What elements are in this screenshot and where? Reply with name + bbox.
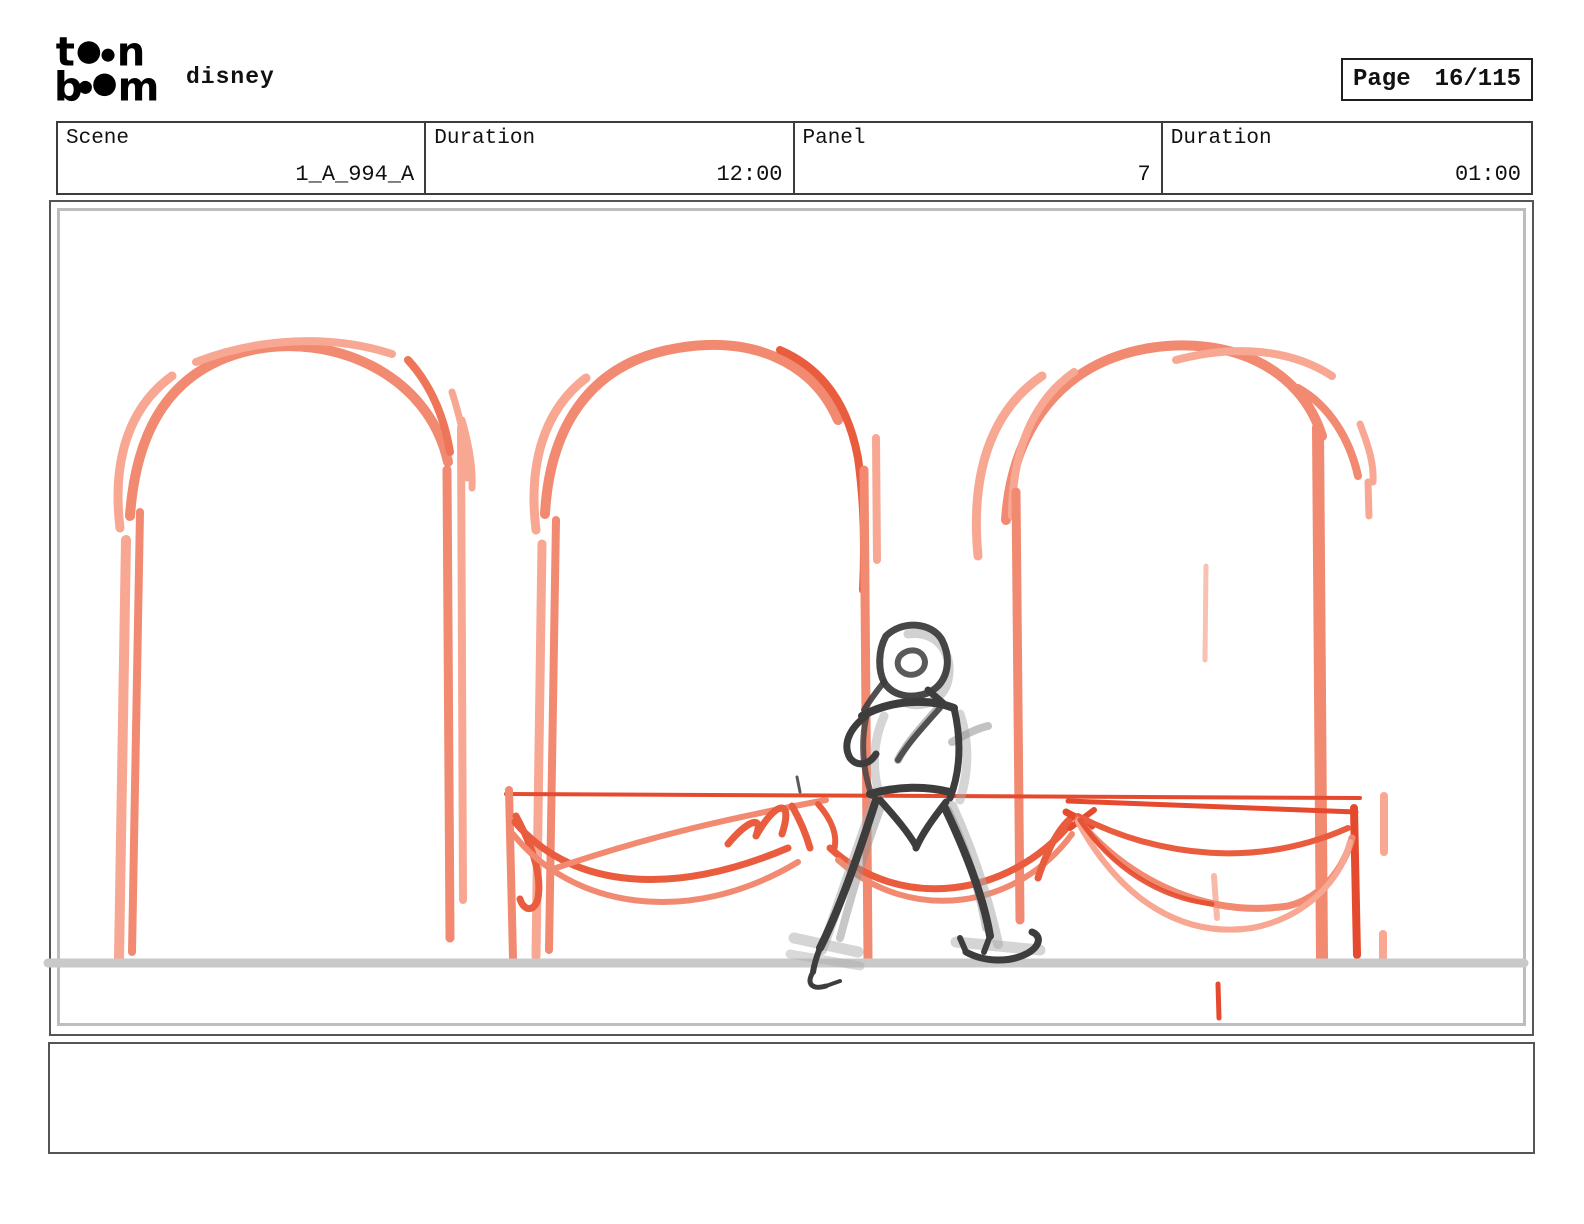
meta-table: Scene 1_A_994_A Duration 12:00 Panel 7 D… — [56, 121, 1533, 195]
meta-cell-scene: Scene 1_A_994_A — [58, 123, 427, 193]
meta-label: Panel — [802, 127, 866, 150]
logo-dot-small — [101, 48, 115, 62]
storyboard-page: t n b m disney Page 16/115 Scene 1_A_994… — [0, 0, 1584, 1224]
meta-label: Duration — [1170, 127, 1272, 150]
storyboard-panel — [49, 200, 1534, 1036]
meta-label: Duration — [434, 127, 536, 150]
meta-cell-panel-duration: Duration 01:00 — [1163, 123, 1531, 193]
page-value: 16/115 — [1434, 66, 1521, 93]
project-title: disney — [186, 64, 275, 90]
page-label: Page — [1353, 66, 1411, 93]
camera-frame — [57, 208, 1526, 1026]
caption-box — [48, 1042, 1535, 1154]
meta-value: 12:00 — [716, 162, 783, 187]
meta-cell-duration: Duration 12:00 — [426, 123, 795, 193]
logo-dot-small — [78, 80, 92, 94]
meta-value: 01:00 — [1454, 162, 1521, 187]
meta-value: 7 — [1137, 162, 1151, 187]
logo-dot-large — [77, 41, 101, 64]
meta-cell-panel: Panel 7 — [795, 123, 1163, 193]
logo-letter: m — [118, 65, 160, 107]
page-number-box: Page 16/115 — [1341, 58, 1533, 101]
toonboom-logo: t n b m — [54, 34, 160, 107]
meta-value: 1_A_994_A — [295, 162, 415, 187]
logo-dot-large — [93, 73, 116, 97]
meta-label: Scene — [66, 127, 130, 150]
logo-letter: b — [54, 65, 83, 107]
